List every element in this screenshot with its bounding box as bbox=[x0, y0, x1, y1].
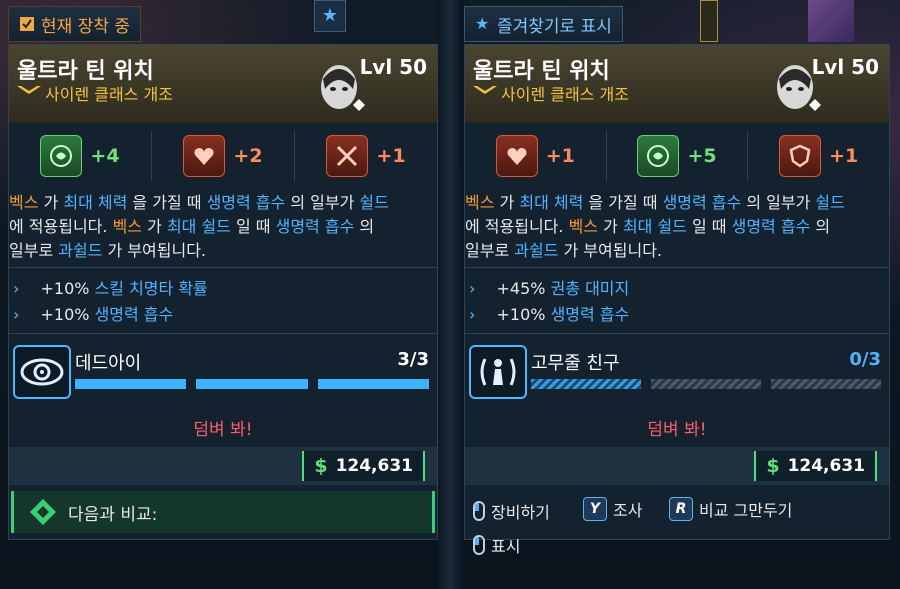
equip-label: 장비하기 bbox=[491, 503, 550, 522]
skill-count: 3/3 bbox=[397, 349, 429, 370]
divider bbox=[465, 333, 889, 334]
tab-equipped[interactable]: 현재 장착 중 bbox=[8, 6, 142, 42]
skill-pip-filled bbox=[196, 379, 308, 389]
stop-compare-label: 비교 그만두기 bbox=[699, 501, 793, 520]
price-bar: $ 124,631 bbox=[9, 447, 437, 485]
crossed-weapons-icon bbox=[326, 135, 369, 177]
item-flavor-text: 덤벼 봐! bbox=[647, 420, 707, 440]
tab-equipped-label: 현재 장착 중 bbox=[41, 16, 131, 37]
skill-name: 데드아이 bbox=[75, 353, 142, 374]
heart-boost-icon bbox=[495, 135, 538, 177]
eye-target-icon bbox=[13, 345, 71, 399]
person-signal-icon bbox=[469, 345, 527, 399]
stat-heart[interactable]: +1 bbox=[465, 131, 607, 181]
stat-lifesteal[interactable]: +5 bbox=[607, 131, 749, 181]
item-price: $ 124,631 bbox=[302, 451, 425, 481]
item-price: $ 124,631 bbox=[754, 451, 877, 481]
skill-pip-empty bbox=[531, 379, 641, 389]
stat-shield[interactable]: +1 bbox=[748, 131, 889, 181]
rarity-chevron-icon bbox=[473, 86, 497, 94]
item-class: 사이렌 클래스 개조 bbox=[501, 85, 629, 104]
key-r-icon: R bbox=[669, 497, 693, 521]
skill-name: 고무줄 친구 bbox=[531, 353, 620, 374]
stat-value: +4 bbox=[90, 145, 120, 167]
inspect-label: 조사 bbox=[613, 501, 643, 520]
item-level: Lvl 50 bbox=[359, 55, 427, 79]
skill-pip-empty bbox=[651, 379, 761, 389]
stat-value: +1 bbox=[829, 145, 859, 167]
skill-pip-filled bbox=[317, 379, 429, 389]
equip-button[interactable]: 장비하기 bbox=[473, 499, 550, 523]
stat-heart[interactable]: +2 bbox=[152, 131, 295, 181]
background-marker bbox=[700, 0, 718, 42]
rarity-chevron-icon bbox=[17, 86, 41, 94]
stat-value: +1 bbox=[545, 145, 575, 167]
stat-lifesteal[interactable]: +4 bbox=[9, 131, 152, 181]
background-decoration bbox=[808, 0, 854, 42]
skill-progress bbox=[75, 379, 429, 389]
bonus-line: +10% 생명력 흡수 bbox=[23, 301, 174, 325]
item-description: 벡스 가 최대 체력 을 가질 때 생명력 흡수 의 일부가 쉴드 에 적용됩니… bbox=[9, 193, 389, 260]
item-flavor-text: 덤벼 봐! bbox=[193, 420, 253, 440]
bonus-line: +45% 권총 대미지 bbox=[479, 275, 630, 299]
lifesteal-icon bbox=[637, 135, 680, 177]
stat-value: +2 bbox=[233, 145, 263, 167]
item-header: 울트라 틴 위치 사이렌 클래스 개조 Lvl 50 bbox=[9, 45, 437, 123]
divider bbox=[9, 267, 437, 268]
compare-button[interactable]: 다음과 비교: bbox=[11, 491, 435, 533]
mark-label: 표시 bbox=[491, 537, 521, 556]
skill-count: 0/3 bbox=[849, 349, 881, 370]
favorite-star-button[interactable]: ★ bbox=[314, 0, 346, 32]
price-value: 124,631 bbox=[335, 456, 413, 476]
stat-row: +4 +2 +1 bbox=[9, 131, 437, 181]
stop-compare-button[interactable]: R 비교 그만두기 bbox=[669, 497, 792, 521]
skill-progress bbox=[531, 379, 881, 389]
currency-icon: $ bbox=[766, 455, 780, 477]
stat-weapons[interactable]: +1 bbox=[295, 131, 437, 181]
compare-icon bbox=[30, 499, 56, 525]
divider bbox=[465, 267, 889, 268]
item-level: Lvl 50 bbox=[811, 55, 879, 79]
mark-button[interactable]: 표시 bbox=[473, 533, 520, 557]
compare-label: 다음과 비교: bbox=[68, 504, 158, 525]
item-header: 울트라 틴 위치 사이렌 클래스 개조 Lvl 50 bbox=[465, 45, 889, 123]
skill-row[interactable]: 데드아이 3/3 bbox=[9, 341, 437, 405]
panel-divider bbox=[437, 0, 463, 589]
item-description: 벡스 가 최대 체력 을 가질 때 생명력 흡수 의 일부가 쉴드 에 적용됩니… bbox=[465, 193, 845, 260]
heart-boost-icon bbox=[183, 135, 226, 177]
item-card-equipped: 울트라 틴 위치 사이렌 클래스 개조 Lvl 50 +4 +2 +1 벡스 가… bbox=[8, 44, 438, 540]
stat-value: +5 bbox=[687, 145, 717, 167]
skill-row[interactable]: 고무줄 친구 0/3 bbox=[465, 341, 889, 405]
tab-favorite-label: 즐겨찾기로 표시 bbox=[497, 16, 612, 37]
tab-favorite[interactable]: ★ 즐겨찾기로 표시 bbox=[464, 6, 623, 42]
price-value: 124,631 bbox=[787, 456, 865, 476]
bonus-line: +10% 생명력 흡수 bbox=[479, 301, 630, 325]
skill-pip-empty bbox=[771, 379, 881, 389]
mouse-middle-icon bbox=[473, 535, 485, 555]
checkbox-icon bbox=[20, 17, 34, 31]
key-y-icon: Y bbox=[583, 497, 607, 521]
shield-boost-icon bbox=[779, 135, 822, 177]
lifesteal-icon bbox=[40, 135, 83, 177]
mouse-left-icon bbox=[473, 501, 485, 521]
item-class: 사이렌 클래스 개조 bbox=[45, 85, 173, 104]
price-bar: $ 124,631 bbox=[465, 447, 889, 485]
stat-value: +1 bbox=[376, 145, 406, 167]
item-card-compare: 울트라 틴 위치 사이렌 클래스 개조 Lvl 50 +1 +5 +1 벡스 가… bbox=[464, 44, 890, 556]
stat-row: +1 +5 +1 bbox=[465, 131, 889, 181]
star-icon: ★ bbox=[475, 14, 490, 33]
inspect-button[interactable]: Y 조사 bbox=[583, 497, 642, 521]
currency-icon: $ bbox=[314, 455, 328, 477]
skill-pip-filled bbox=[75, 379, 187, 389]
divider bbox=[9, 333, 437, 334]
bonus-line: +10% 스킬 치명타 확률 bbox=[23, 275, 208, 299]
